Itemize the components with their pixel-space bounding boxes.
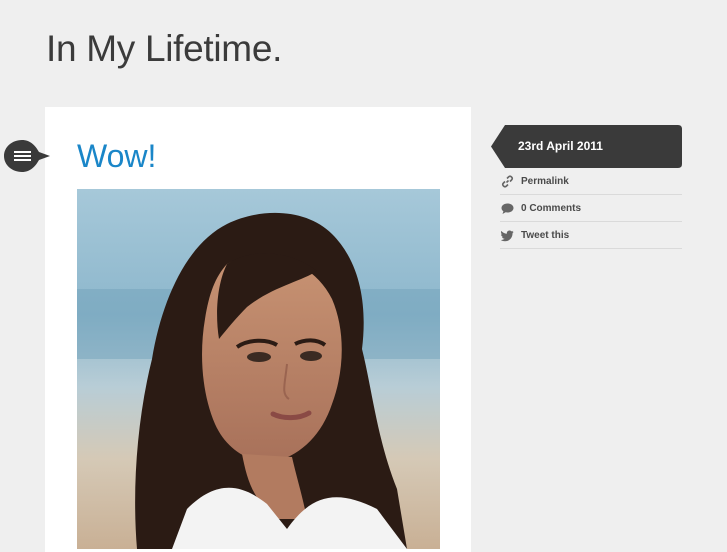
site-title[interactable]: In My Lifetime.: [46, 28, 282, 70]
permalink-label: Permalink: [521, 175, 569, 187]
menu-lines-icon[interactable]: [4, 138, 50, 174]
comment-icon: [501, 203, 514, 214]
twitter-bird-icon: [501, 230, 514, 241]
post-meta-list: Permalink 0 Comments Tweet this: [500, 168, 682, 249]
tweet-label: Tweet this: [521, 229, 570, 241]
post-title[interactable]: Wow!: [77, 138, 156, 175]
permalink-link[interactable]: Permalink: [500, 168, 682, 195]
link-icon: [501, 174, 514, 188]
post-photo: [77, 189, 440, 549]
tweet-link[interactable]: Tweet this: [500, 222, 682, 249]
comments-label: 0 Comments: [521, 202, 582, 214]
post-date[interactable]: 23rd April 2011: [518, 139, 603, 153]
comments-link[interactable]: 0 Comments: [500, 195, 682, 222]
